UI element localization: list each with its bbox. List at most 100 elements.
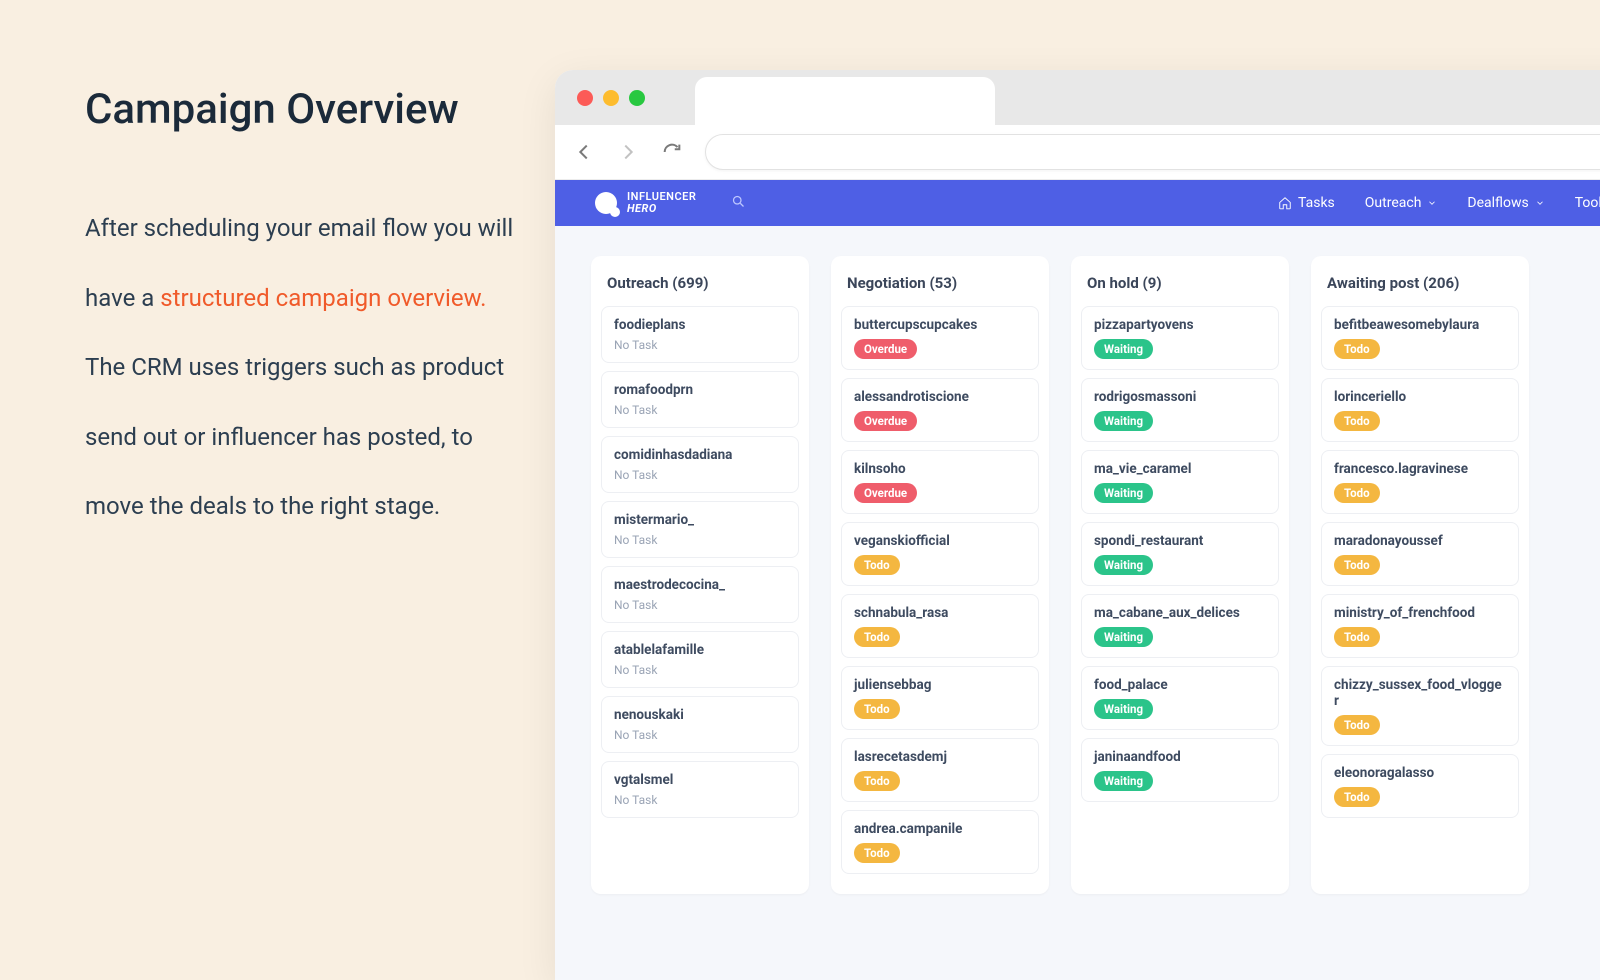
brand-logo-text: INFLUENCER HERO bbox=[627, 191, 696, 215]
column-title: Outreach (699) bbox=[601, 268, 799, 306]
chevron-down-icon bbox=[1427, 198, 1437, 208]
kanban-column: Awaiting post (206)befitbeawesomebylaura… bbox=[1311, 256, 1529, 894]
brand-logo[interactable]: INFLUENCER HERO bbox=[595, 191, 696, 215]
deal-name: mistermario_ bbox=[614, 512, 786, 528]
minimize-window-button[interactable] bbox=[603, 90, 619, 106]
forward-icon[interactable] bbox=[617, 141, 639, 163]
deal-name: kilnsoho bbox=[854, 461, 1026, 477]
browser-tabbar bbox=[555, 70, 1600, 125]
deal-name: lasrecetasdemj bbox=[854, 749, 1026, 765]
deal-card[interactable]: romafoodprn No Task bbox=[601, 371, 799, 428]
deal-name: juliensebbag bbox=[854, 677, 1026, 693]
brand-logo-icon bbox=[595, 192, 617, 214]
status-badge: Overdue bbox=[854, 339, 917, 359]
status-badge: Todo bbox=[1334, 555, 1380, 575]
deal-card[interactable]: schnabula_rasa Todo bbox=[841, 594, 1039, 658]
status-badge: Waiting bbox=[1094, 627, 1153, 647]
deal-name: francesco.lagravinese bbox=[1334, 461, 1506, 477]
desc-post: The CRM uses triggers such as product se… bbox=[85, 353, 504, 520]
status-badge: Todo bbox=[1334, 787, 1380, 807]
deal-card[interactable]: food_palaceWaiting bbox=[1081, 666, 1279, 730]
chevron-down-icon bbox=[1535, 198, 1545, 208]
deal-name: maradonayoussef bbox=[1334, 533, 1506, 549]
deal-card[interactable]: maradonayoussef Todo bbox=[1321, 522, 1519, 586]
deal-name: nenouskaki bbox=[614, 707, 786, 723]
status-notask: No Task bbox=[614, 403, 786, 417]
deal-card[interactable]: rodrigosmassoniWaiting bbox=[1081, 378, 1279, 442]
status-badge: Todo bbox=[1334, 339, 1380, 359]
nav-tasks-label: Tasks bbox=[1298, 195, 1335, 211]
nav-dealflows[interactable]: Dealflows bbox=[1467, 195, 1544, 211]
deal-name: janinaandfood bbox=[1094, 749, 1266, 765]
deal-card[interactable]: eleonoragalasso Todo bbox=[1321, 754, 1519, 818]
deal-name: food_palace bbox=[1094, 677, 1266, 693]
deal-card[interactable]: spondi_restaurant Waiting bbox=[1081, 522, 1279, 586]
deal-card[interactable]: andrea.campanileTodo bbox=[841, 810, 1039, 874]
column-title: Awaiting post (206) bbox=[1321, 268, 1519, 306]
app-navbar: INFLUENCER HERO Tasks Outreach Dealflows bbox=[555, 180, 1600, 226]
deal-card[interactable]: pizzapartyovensWaiting bbox=[1081, 306, 1279, 370]
deal-card[interactable]: francesco.lagravinese Todo bbox=[1321, 450, 1519, 514]
status-badge: Waiting bbox=[1094, 771, 1153, 791]
search-button[interactable] bbox=[731, 194, 746, 213]
deal-card[interactable]: ma_vie_caramelWaiting bbox=[1081, 450, 1279, 514]
deal-card[interactable]: juliensebbagTodo bbox=[841, 666, 1039, 730]
close-window-button[interactable] bbox=[577, 90, 593, 106]
status-notask: No Task bbox=[614, 338, 786, 352]
deal-card[interactable]: veganskiofficial Todo bbox=[841, 522, 1039, 586]
home-icon bbox=[1278, 196, 1292, 210]
deal-card[interactable]: befitbeawesomebylauraTodo bbox=[1321, 306, 1519, 370]
status-badge: Waiting bbox=[1094, 555, 1153, 575]
deal-name: ma_vie_caramel bbox=[1094, 461, 1266, 477]
deal-card[interactable]: lasrecetasdemjTodo bbox=[841, 738, 1039, 802]
nav-dealflows-label: Dealflows bbox=[1467, 195, 1528, 211]
kanban-board: Outreach (699)foodieplansNo Taskromafood… bbox=[555, 226, 1600, 894]
nav-tools[interactable]: Tools bbox=[1575, 195, 1600, 211]
deal-card[interactable]: lorincerielloTodo bbox=[1321, 378, 1519, 442]
deal-card[interactable]: ma_cabane_aux_delicesWaiting bbox=[1081, 594, 1279, 658]
status-badge: Todo bbox=[1334, 411, 1380, 431]
deal-card[interactable]: kilnsoho Overdue bbox=[841, 450, 1039, 514]
deal-card[interactable]: nenouskaki No Task bbox=[601, 696, 799, 753]
deal-card[interactable]: buttercupscupcakes Overdue bbox=[841, 306, 1039, 370]
deal-card[interactable]: maestrodecocina_No Task bbox=[601, 566, 799, 623]
desc-highlight: structured campaign overview. bbox=[160, 284, 486, 312]
deal-name: foodieplans bbox=[614, 317, 786, 333]
deal-card[interactable]: comidinhasdadianaNo Task bbox=[601, 436, 799, 493]
deal-name: maestrodecocina_ bbox=[614, 577, 786, 593]
maximize-window-button[interactable] bbox=[629, 90, 645, 106]
deal-card[interactable]: mistermario_No Task bbox=[601, 501, 799, 558]
back-icon[interactable] bbox=[573, 141, 595, 163]
status-badge: Overdue bbox=[854, 483, 917, 503]
nav-outreach[interactable]: Outreach bbox=[1365, 195, 1438, 211]
deal-card[interactable]: janinaandfood Waiting bbox=[1081, 738, 1279, 802]
status-notask: No Task bbox=[614, 793, 786, 807]
status-badge: Todo bbox=[854, 555, 900, 575]
deal-name: romafoodprn bbox=[614, 382, 786, 398]
deal-card[interactable]: atablelafamilleNo Task bbox=[601, 631, 799, 688]
deal-card[interactable]: alessandrotiscioneOverdue bbox=[841, 378, 1039, 442]
search-icon bbox=[731, 194, 746, 209]
deal-name: chizzy_sussex_food_vlogger bbox=[1334, 677, 1506, 709]
status-badge: Todo bbox=[854, 627, 900, 647]
status-badge: Todo bbox=[1334, 483, 1380, 503]
deal-name: buttercupscupcakes bbox=[854, 317, 1026, 333]
deal-card[interactable]: chizzy_sussex_food_vloggerTodo bbox=[1321, 666, 1519, 746]
deal-card[interactable]: foodieplans No Task bbox=[601, 306, 799, 363]
status-notask: No Task bbox=[614, 468, 786, 482]
deal-card[interactable]: ministry_of_frenchfoodTodo bbox=[1321, 594, 1519, 658]
deal-name: schnabula_rasa bbox=[854, 605, 1026, 621]
status-notask: No Task bbox=[614, 728, 786, 742]
nav-links: Tasks Outreach Dealflows Tools bbox=[1278, 195, 1600, 211]
deal-name: spondi_restaurant bbox=[1094, 533, 1266, 549]
reload-icon[interactable] bbox=[661, 141, 683, 163]
nav-tasks[interactable]: Tasks bbox=[1278, 195, 1335, 211]
browser-tab[interactable] bbox=[695, 77, 995, 125]
deal-name: rodrigosmassoni bbox=[1094, 389, 1266, 405]
page-title: Campaign Overview bbox=[85, 85, 525, 134]
deal-name: eleonoragalasso bbox=[1334, 765, 1506, 781]
url-bar[interactable] bbox=[705, 134, 1600, 170]
deal-card[interactable]: vgtalsmelNo Task bbox=[601, 761, 799, 818]
deal-name: veganskiofficial bbox=[854, 533, 1026, 549]
status-notask: No Task bbox=[614, 663, 786, 677]
